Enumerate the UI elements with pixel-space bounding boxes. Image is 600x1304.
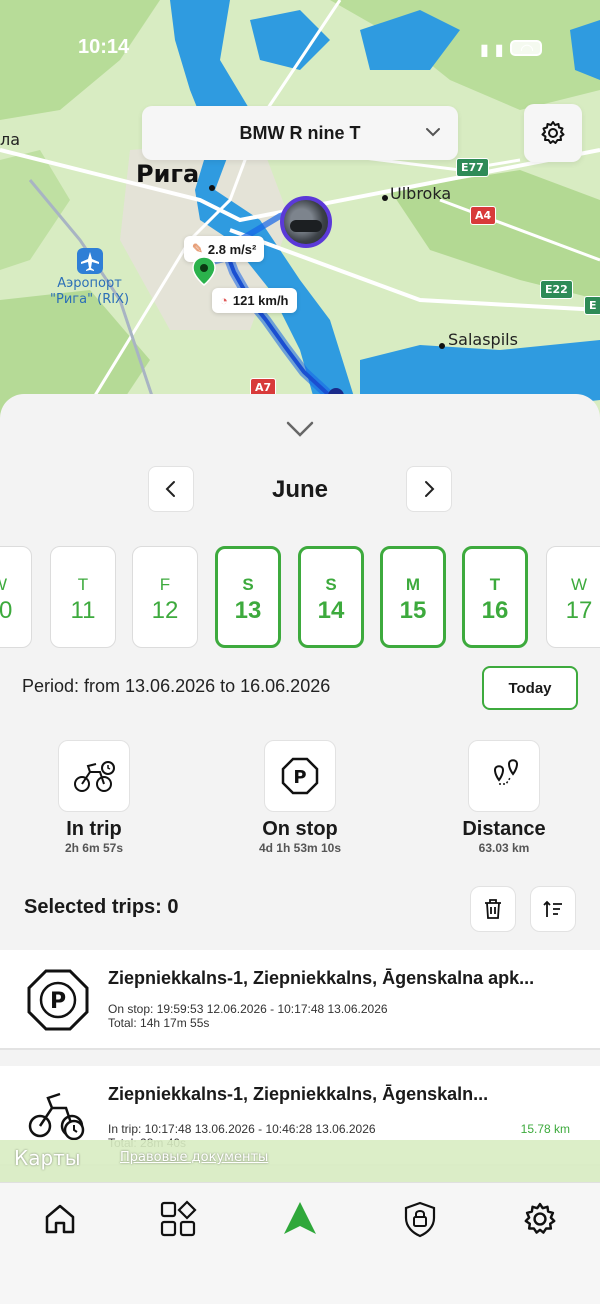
map-attribution: Карты Правовые документы — [0, 1140, 600, 1182]
day-cell-selected[interactable]: S 13 — [215, 546, 281, 648]
trip-time-range: On stop: 19:59:53 12.06.2026 - 10:17:48 … — [108, 1002, 388, 1016]
road-badge-e22: E22 — [540, 280, 573, 299]
map-label-ulbroka: Ulbroka — [390, 184, 452, 203]
collapse-sheet-chevron-icon[interactable] — [286, 420, 314, 438]
motorcycle-timer-icon — [58, 740, 130, 812]
period-text: Period: from 13.06.2026 to 16.06.2026 — [22, 676, 331, 696]
trip-list-item[interactable]: P Ziepniekkalns-1, Ziepniekkalns, Āgensk… — [0, 950, 600, 1050]
map-view[interactable]: 10:14 ▮▮ ◠ ла Рига Ulbroka Salaspils Аэр… — [0, 0, 600, 420]
day-cell-selected[interactable]: T 16 — [462, 546, 528, 648]
legal-link[interactable]: Правовые документы — [120, 1150, 268, 1165]
battery-icon — [510, 40, 542, 56]
day-strip[interactable]: W10 T11 F12 S13 S14 M15 T16 W17 — [0, 546, 600, 650]
airport-code: "Рига" (RIX) — [50, 292, 130, 307]
svg-text:P: P — [293, 767, 306, 788]
stat-title: On stop — [262, 818, 338, 840]
vehicle-selector[interactable]: BMW R nine T — [142, 106, 458, 160]
airport-name: Аэропорт — [57, 276, 122, 291]
vehicle-name: BMW R nine T — [239, 122, 361, 143]
road-badge-a4: A4 — [470, 206, 497, 225]
trip-title: Ziepniekkalns-1, Ziepniekkalns, Āgenskal… — [108, 1084, 489, 1104]
day-cell[interactable]: F 12 — [132, 546, 198, 648]
delete-button[interactable] — [470, 886, 516, 932]
trip-distance: 15.78 km — [520, 1122, 570, 1136]
day-cell[interactable]: T 11 — [50, 546, 116, 648]
stat-distance: Distance 63.03 km — [424, 740, 584, 855]
speed-marker[interactable]: ◔ 121 km/h — [212, 288, 297, 313]
parking-icon: P — [27, 969, 89, 1031]
gear-icon — [524, 1202, 556, 1234]
route-pins-icon — [468, 740, 540, 812]
parking-icon: P — [264, 740, 336, 812]
tab-widgets[interactable] — [156, 1197, 200, 1241]
map-settings-button[interactable] — [524, 104, 582, 162]
status-time: 10:14 — [78, 36, 130, 58]
tab-settings[interactable] — [518, 1197, 562, 1241]
tab-home[interactable] — [38, 1197, 82, 1241]
stat-on-stop: P On stop 4d 1h 53m 10s — [220, 740, 380, 855]
selected-trips-count: Selected trips: 0 — [24, 896, 179, 918]
trip-total: Total: 14h 17m 55s — [108, 1016, 210, 1030]
shield-lock-icon — [404, 1201, 436, 1238]
stat-in-trip: In trip 2h 6m 57s — [14, 740, 174, 855]
speed-value: 121 km/h — [232, 293, 289, 308]
home-icon — [45, 1204, 75, 1234]
day-cell-selected[interactable]: M 15 — [380, 546, 446, 648]
tab-trips[interactable] — [278, 1197, 322, 1241]
acceleration-icon: ✎ — [192, 241, 203, 256]
navigation-arrow-icon — [284, 1202, 316, 1234]
map-label-edge: ла — [0, 130, 21, 149]
stat-title: Distance — [462, 818, 546, 840]
chevron-down-icon — [426, 128, 440, 137]
trip-title: Ziepniekkalns-1, Ziepniekkalns, Āgenskal… — [108, 968, 535, 988]
trash-icon — [485, 899, 501, 919]
vehicle-avatar[interactable] — [280, 196, 332, 248]
maps-logo: Карты — [14, 1146, 81, 1170]
map-label-salaspils: Salaspils — [448, 330, 518, 349]
chevron-right-icon — [425, 481, 435, 497]
tab-security[interactable] — [398, 1197, 442, 1241]
sort-button[interactable] — [530, 886, 576, 932]
acceleration-value: 2.8 m/s² — [207, 241, 257, 257]
next-month-button[interactable] — [406, 466, 452, 512]
day-cell[interactable]: W10 — [0, 546, 32, 648]
map-city-label: Рига — [136, 160, 200, 188]
road-badge-e77: E77 — [456, 158, 489, 177]
trips-sheet: June W10 T11 F12 S13 S14 M15 T16 W17 Per… — [0, 394, 600, 1182]
stat-value: 2h 6m 57s — [64, 841, 124, 855]
month-label: June — [271, 476, 328, 503]
airport-icon — [76, 248, 103, 274]
day-cell-selected[interactable]: S 14 — [298, 546, 364, 648]
sort-icon — [543, 900, 562, 917]
day-cell[interactable]: W 17 — [546, 546, 600, 648]
today-button[interactable]: Today — [482, 666, 578, 710]
bottom-tab-bar — [0, 1182, 600, 1304]
speedometer-icon: ◔ — [220, 293, 228, 308]
gear-icon — [541, 121, 565, 144]
stat-title: In trip — [66, 818, 122, 840]
airport-label: Аэропорт "Рига" (RIX) — [50, 248, 129, 308]
month-navigator: June — [0, 466, 600, 512]
svg-text:P: P — [50, 989, 66, 1014]
stat-value: 63.03 km — [478, 841, 530, 855]
trip-time-range: In trip: 10:17:48 13.06.2026 - 10:46:28 … — [108, 1122, 376, 1136]
start-pin-icon[interactable] — [192, 256, 216, 286]
stat-value: 4d 1h 53m 10s — [258, 841, 342, 855]
motorcycle-timer-icon — [28, 1092, 85, 1141]
widgets-icon — [160, 1200, 197, 1237]
road-badge-edge: E — [584, 296, 600, 315]
